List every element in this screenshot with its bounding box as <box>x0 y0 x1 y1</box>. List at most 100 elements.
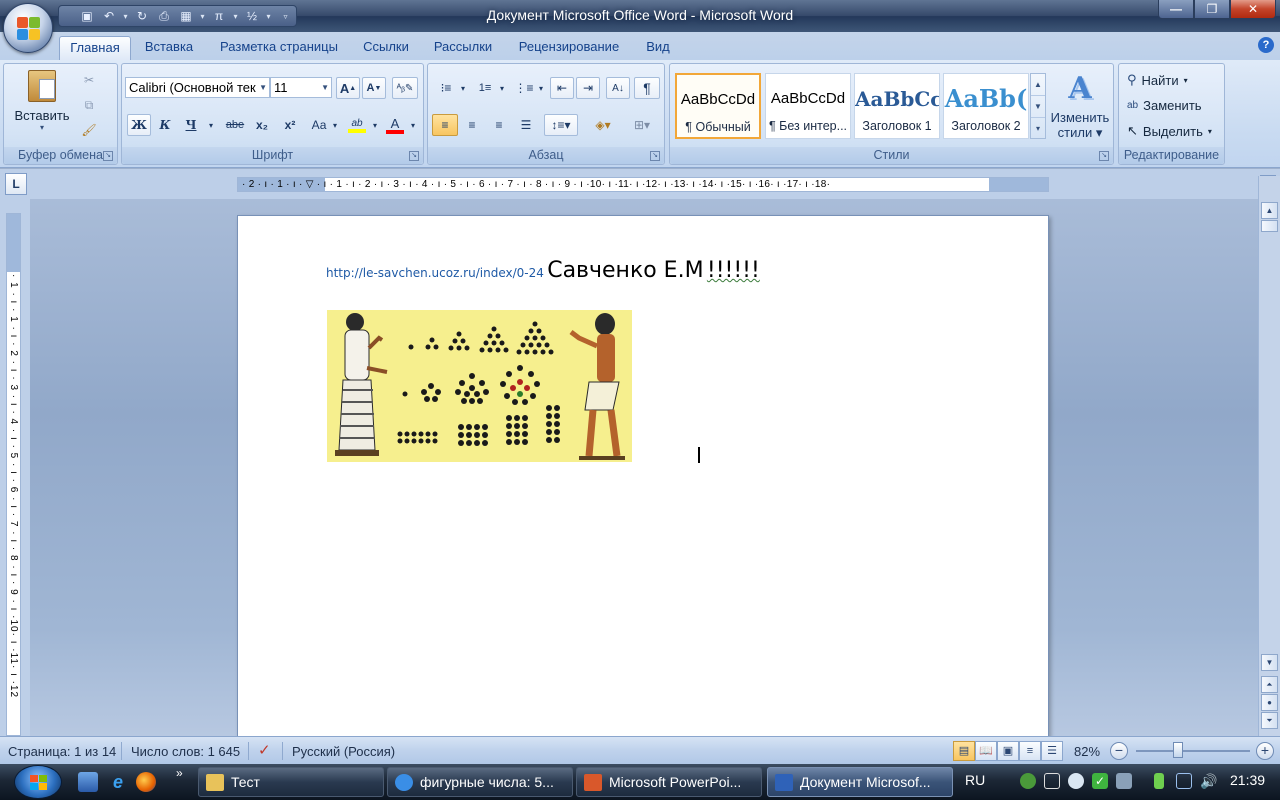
style-no-spacing[interactable]: AaBbCcDd ¶ Без интер... <box>765 73 851 139</box>
find-button[interactable]: ⚲ Найти ▾ <box>1127 69 1188 91</box>
increase-indent-button[interactable]: ⇥ <box>576 77 600 99</box>
next-page-icon[interactable]: ⏷ <box>1261 712 1278 729</box>
zoom-out-icon[interactable]: − <box>1110 742 1128 760</box>
italic-button[interactable]: К <box>153 114 177 136</box>
select-button[interactable]: ↖ Выделить ▾ <box>1127 120 1212 142</box>
multilevel-list-button[interactable]: ⋮≡ <box>511 77 537 99</box>
underline-dropdown-icon[interactable]: ▾ <box>205 114 217 136</box>
gallery-up-icon[interactable]: ▲ <box>1031 74 1045 96</box>
change-case-button[interactable]: Аа <box>306 114 332 136</box>
strikethrough-button[interactable]: abe <box>222 114 248 136</box>
proofing-icon[interactable]: ✓ <box>258 741 271 759</box>
numbering-button[interactable]: 1≡ <box>472 77 498 99</box>
underline-button[interactable]: Ч <box>179 114 203 136</box>
internet-explorer-icon[interactable]: e <box>108 772 128 792</box>
browse-object-icon[interactable]: ● <box>1261 694 1278 711</box>
font-name-combo[interactable]: Calibri (Основной тек ▼ <box>125 77 270 98</box>
zoom-slider-thumb[interactable] <box>1173 742 1183 758</box>
outline-view-button[interactable]: ≡ <box>1019 741 1041 761</box>
line-spacing-button[interactable]: ↕≡▾ <box>544 114 578 136</box>
borders-button[interactable]: ⊞▾ <box>624 114 660 136</box>
bold-button[interactable]: Ж <box>127 114 151 136</box>
horizontal-ruler[interactable]: · 2 · ı · 1 · ı · ▽ · ı · 1 · ı · 2 · ı … <box>237 177 1049 192</box>
style-heading-2[interactable]: AaBb( Заголовок 2 <box>943 73 1029 139</box>
font-color-dropdown-icon[interactable]: ▾ <box>408 114 418 136</box>
align-left-button[interactable]: ≡ <box>432 114 458 136</box>
change-case-dropdown-icon[interactable]: ▾ <box>330 114 340 136</box>
bullets-button[interactable]: ⁝≡ <box>433 77 459 99</box>
restore-button[interactable]: ❐ <box>1194 0 1230 19</box>
document-hyperlink[interactable]: http://le-savchen.ucoz.ru/index/0-24 <box>326 266 544 280</box>
firefox-icon[interactable] <box>136 772 156 792</box>
gallery-down-icon[interactable]: ▼ <box>1031 96 1045 118</box>
word-count[interactable]: Число слов: 1 645 <box>131 744 240 759</box>
check-icon[interactable]: ✓ <box>1092 773 1108 789</box>
language-indicator[interactable]: Русский (Россия) <box>292 744 395 759</box>
tab-insert[interactable]: Вставка <box>137 36 201 60</box>
battery-icon[interactable] <box>1154 773 1164 789</box>
style-normal[interactable]: AaBbCcDd ¶ Обычный <box>675 73 761 139</box>
change-styles-button[interactable]: A Изменить стили ▾ <box>1048 68 1112 146</box>
cut-icon[interactable]: ✂ <box>78 70 100 90</box>
paragraph-launcher-icon[interactable]: ↘ <box>650 151 660 161</box>
scroll-thumb[interactable] <box>1261 220 1278 232</box>
justify-button[interactable]: ☰ <box>513 114 539 136</box>
help-icon[interactable]: ? <box>1258 37 1274 53</box>
full-screen-reading-button[interactable]: 📖 <box>975 741 997 761</box>
tab-view[interactable]: Вид <box>638 36 678 60</box>
clipboard-launcher-icon[interactable]: ↘ <box>103 151 113 161</box>
multilevel-dropdown-icon[interactable]: ▾ <box>536 77 546 99</box>
zoom-in-icon[interactable]: + <box>1256 742 1274 760</box>
network-sync-icon[interactable] <box>1020 773 1036 789</box>
gallery-more-icon[interactable]: ▾ <box>1031 118 1045 140</box>
replace-button[interactable]: ab Заменить <box>1127 94 1202 116</box>
window-switch-icon[interactable] <box>1044 773 1060 789</box>
format-painter-icon[interactable]: 🖌 <box>78 120 100 140</box>
tab-references[interactable]: Ссылки <box>356 36 416 60</box>
styles-launcher-icon[interactable]: ↘ <box>1099 151 1109 161</box>
taskbar-button-word[interactable]: Документ Microsof... <box>767 767 953 797</box>
start-button[interactable] <box>14 765 62 799</box>
volume-icon[interactable]: 🔊 <box>1200 773 1217 789</box>
vertical-scrollbar[interactable]: ▲ ▼ ⏶ ● ⏷ <box>1258 176 1280 736</box>
draft-view-button[interactable]: ☰ <box>1041 741 1063 761</box>
align-center-button[interactable]: ≡ <box>459 114 485 136</box>
tab-mailings[interactable]: Рассылки <box>426 36 500 60</box>
subscript-button[interactable]: x₂ <box>250 114 274 136</box>
taskbar-button-folder[interactable]: Тест <box>198 767 384 797</box>
minimize-button[interactable]: — <box>1158 0 1194 19</box>
tab-review[interactable]: Рецензирование <box>510 36 628 60</box>
taskbar-button-ie[interactable]: фигурные числа: 5... <box>387 767 573 797</box>
scroll-down-icon[interactable]: ▼ <box>1261 654 1278 671</box>
show-desktop-icon[interactable] <box>78 772 98 792</box>
quick-launch-overflow-icon[interactable]: » <box>176 766 196 786</box>
paste-button[interactable]: Вставить ▾ <box>14 68 70 144</box>
zoom-slider-track[interactable] <box>1136 750 1250 752</box>
keyboard-language[interactable]: RU <box>965 772 985 788</box>
clear-formatting-button[interactable]: ᴬᵦ✎ <box>392 77 418 99</box>
numbering-dropdown-icon[interactable]: ▾ <box>497 77 507 99</box>
document-page[interactable]: http://le-savchen.ucoz.ru/index/0-24 Сав… <box>237 215 1049 736</box>
print-layout-view-button[interactable]: ▤ <box>953 741 975 761</box>
taskbar-button-powerpoint[interactable]: Microsoft PowerPoi... <box>576 767 762 797</box>
cloud-icon[interactable] <box>1068 773 1084 789</box>
decrease-indent-button[interactable]: ⇤ <box>550 77 574 99</box>
clock[interactable]: 21:39 <box>1230 772 1265 788</box>
superscript-button[interactable]: x² <box>278 114 302 136</box>
shrink-font-button[interactable]: A ▼ <box>362 77 386 99</box>
usb-icon[interactable] <box>1116 773 1132 789</box>
web-layout-button[interactable]: ▣ <box>997 741 1019 761</box>
tab-home[interactable]: Главная <box>59 36 131 60</box>
vertical-ruler[interactable]: · 1 · ı · 1 · ı · 2 · ı · 3 · ı · 4 · ı … <box>6 213 21 736</box>
font-launcher-icon[interactable]: ↘ <box>409 151 419 161</box>
tab-selector-button[interactable]: L <box>5 173 27 195</box>
style-heading-1[interactable]: AaBbCc Заголовок 1 <box>854 73 940 139</box>
zoom-level[interactable]: 82% <box>1074 744 1100 759</box>
bullets-dropdown-icon[interactable]: ▾ <box>458 77 468 99</box>
copy-icon[interactable]: ⧉ <box>78 95 100 115</box>
highlight-dropdown-icon[interactable]: ▾ <box>370 114 380 136</box>
font-color-button[interactable]: A <box>382 114 408 136</box>
figurate-numbers-image[interactable] <box>327 310 632 462</box>
grow-font-button[interactable]: A ▲ <box>336 77 360 99</box>
show-formatting-button[interactable]: ¶ <box>634 77 660 99</box>
